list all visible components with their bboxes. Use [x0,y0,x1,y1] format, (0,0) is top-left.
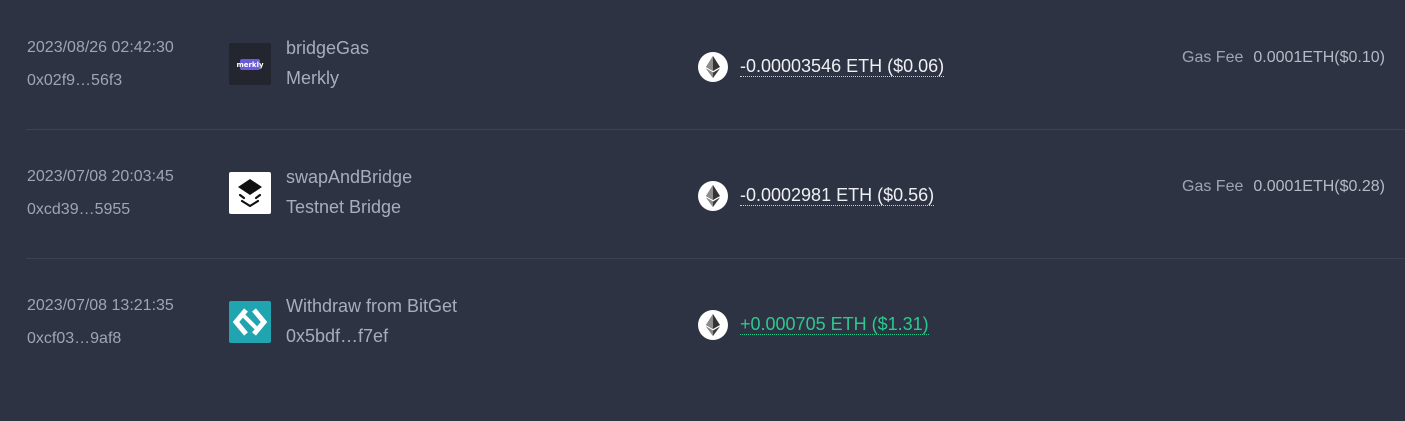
transaction-row: 2023/08/26 02:42:30 0x02f9…56f3 merkly b… [0,0,1405,129]
method-name: Withdraw from BitGet [286,296,458,316]
counterparty-link[interactable]: 0x5bdf…f7ef [286,326,388,347]
testnet-bridge-logo [229,172,271,214]
ethereum-icon [698,181,728,211]
gas-fee: Gas Fee 0.0001ETH($0.10) [1182,49,1385,67]
transfer-amount[interactable]: -0.00003546 ETH ($0.06) [740,56,945,77]
transaction-time: 2023/08/26 02:42:30 [27,39,174,56]
transfer-amount[interactable]: -0.0002981 ETH ($0.56) [740,185,935,206]
gas-fee-value: 0.0001ETH($0.28) [1253,178,1385,195]
transfer-amount[interactable]: +0.000705 ETH ($1.31) [740,314,929,335]
transaction-time: 2023/07/08 20:03:45 [27,168,174,185]
merkly-logo: merkly [229,43,271,85]
svg-text:merkly: merkly [236,61,264,69]
gas-fee: Gas Fee 0.0001ETH($0.28) [1182,178,1385,196]
transaction-hash-link[interactable]: 0xcf03…9af8 [27,330,121,348]
method-name: bridgeGas [286,38,370,58]
transaction-row: 2023/07/08 20:03:45 0xcd39…5955 swapAndB… [0,129,1405,258]
bitget-logo [229,301,271,343]
gas-fee-label: Gas Fee [1182,178,1244,195]
transaction-row: 2023/07/08 13:21:35 0xcf03…9af8 Withdraw… [0,258,1405,387]
counterparty-link[interactable]: Merkly [286,68,339,89]
transaction-list: 2023/08/26 02:42:30 0x02f9…56f3 merkly b… [0,0,1405,421]
transaction-time: 2023/07/08 13:21:35 [27,297,174,314]
gas-fee-label: Gas Fee [1182,49,1244,66]
method-name: swapAndBridge [286,167,413,187]
ethereum-icon [698,310,728,340]
gas-fee-value: 0.0001ETH($0.10) [1253,49,1385,66]
transaction-hash-link[interactable]: 0x02f9…56f3 [27,72,122,90]
ethereum-icon [698,52,728,82]
transaction-hash-link[interactable]: 0xcd39…5955 [27,201,130,219]
counterparty-link[interactable]: Testnet Bridge [286,197,401,218]
